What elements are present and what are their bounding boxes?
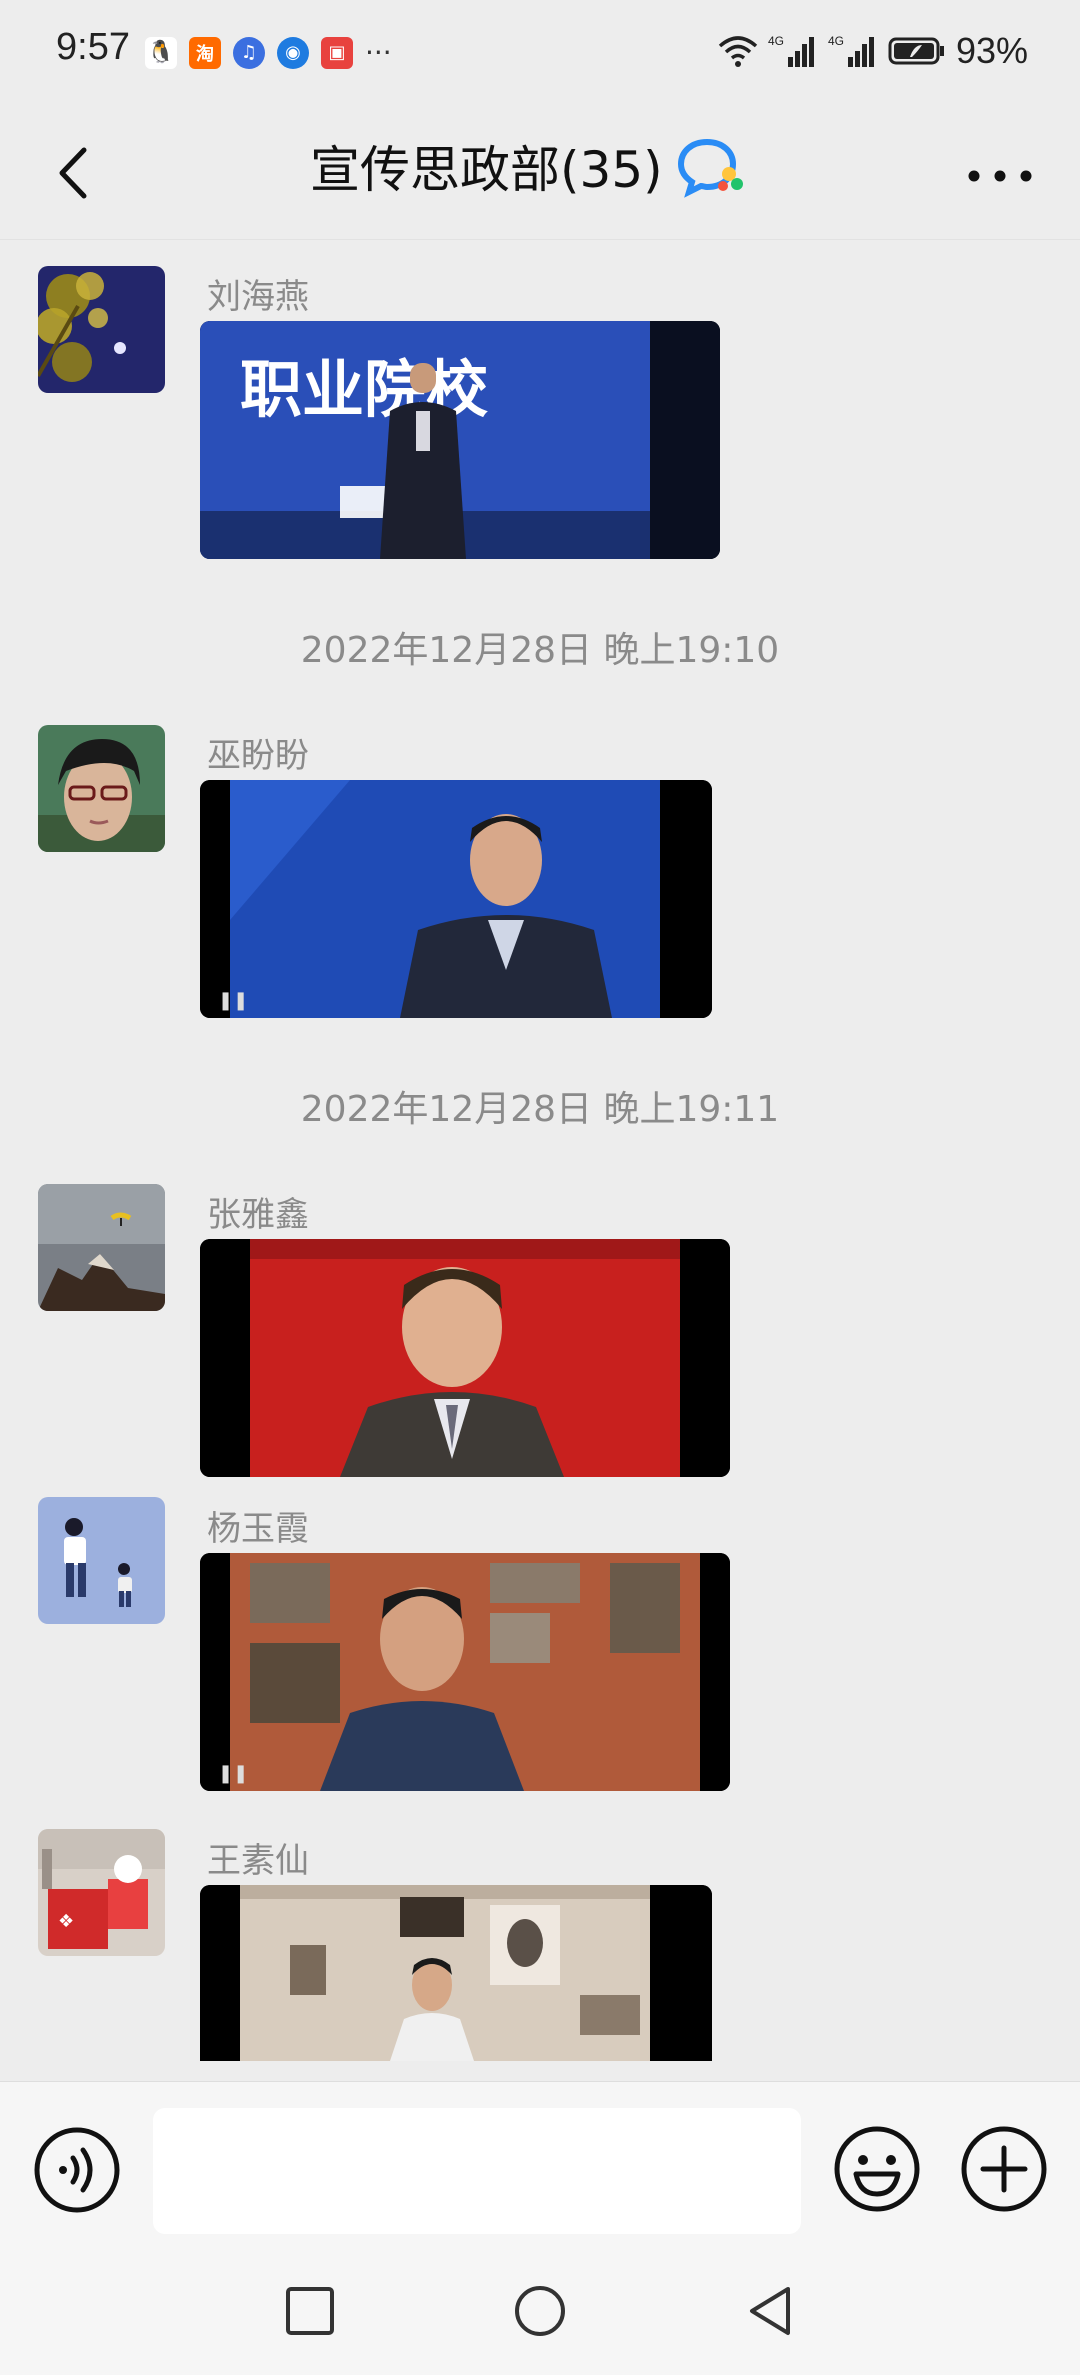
timestamp: 2022年12月28日 晚上19:11 (300, 1089, 780, 1130)
status-bar: 9:57 🐧 淘 ♫ ◉ ▣ ··· 4G 4G 93% (0, 0, 1080, 108)
svg-text:❚❚: ❚❚ (218, 990, 248, 1011)
sender-name: 杨玉霞 (207, 1509, 309, 1549)
video-message[interactable] (200, 1239, 730, 1477)
avatar[interactable] (38, 266, 165, 393)
browser-icon: ◉ (277, 36, 309, 69)
avatar[interactable]: ❖ (38, 1829, 165, 1956)
emoji-icon[interactable] (832, 2124, 922, 2214)
back-triangle-icon[interactable] (740, 2281, 800, 2341)
avatar[interactable] (38, 1184, 165, 1311)
video-message[interactable]: ❚❚ (200, 1553, 730, 1791)
reader-icon: ▣ (321, 36, 353, 69)
system-navigation-bar (0, 2257, 1080, 2375)
chat-header: 宣传思政部(35) (0, 108, 1080, 240)
status-time: 9:57 (56, 26, 130, 68)
chat-message-list[interactable]: 刘海燕 职业院校 2022年12月28日 晚上19:10 巫盼盼 ❚❚ 2022… (0, 241, 1080, 2081)
avatar[interactable] (38, 1497, 165, 1624)
status-indicators: 4G 4G 93% (718, 30, 1028, 72)
sender-name: 巫盼盼 (207, 736, 309, 776)
signal-icon-2: 4G (828, 34, 874, 67)
video-message[interactable]: 职业院校 (200, 321, 720, 559)
video-message[interactable]: ❚❚ (200, 780, 712, 1018)
plus-icon[interactable] (959, 2124, 1049, 2214)
page-title: 宣传思政部(35) (310, 141, 663, 199)
timestamp: 2022年12月28日 晚上19:10 (300, 630, 780, 671)
voice-icon[interactable] (33, 2126, 121, 2214)
taobao-icon: 淘 (189, 36, 221, 69)
video-message[interactable] (200, 1885, 712, 2061)
battery-icon (888, 37, 944, 65)
more-notifications-icon: ··· (365, 36, 392, 69)
chat-title-group[interactable]: 宣传思政部(35) (310, 130, 749, 202)
svg-text:4G: 4G (828, 34, 844, 48)
chevron-left-icon[interactable] (40, 138, 110, 208)
signal-icon-1: 4G (768, 34, 814, 67)
wifi-icon (718, 36, 758, 67)
qq-icon: 🐧 (145, 36, 177, 69)
avatar[interactable] (38, 725, 165, 852)
sender-name: 刘海燕 (207, 277, 309, 317)
more-dots-icon[interactable] (960, 146, 1040, 206)
home-icon[interactable] (510, 2281, 570, 2341)
sender-name: 王素仙 (207, 1841, 309, 1881)
svg-text:❖: ❖ (58, 1911, 74, 1932)
status-app-icons: 🐧 淘 ♫ ◉ ▣ ··· (145, 36, 392, 69)
chat-input-bar (0, 2081, 1080, 2257)
music-icon: ♫ (233, 36, 265, 69)
svg-text:4G: 4G (768, 34, 784, 48)
svg-text:❚❚: ❚❚ (218, 1763, 248, 1784)
battery-percent: 93% (955, 30, 1028, 71)
message-input[interactable] (153, 2108, 801, 2234)
group-chat-icon (677, 138, 743, 198)
recent-apps-icon[interactable] (280, 2281, 340, 2341)
sender-name: 张雅鑫 (207, 1195, 309, 1235)
